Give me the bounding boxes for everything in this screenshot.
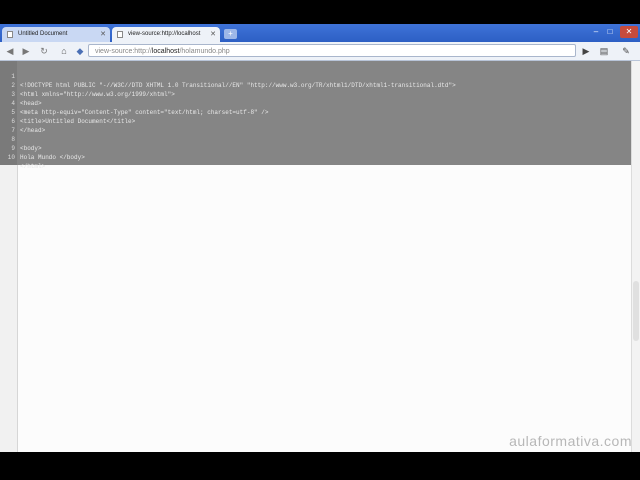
source-line: 1 <!DOCTYPE html PUBLIC "-//W3C//DTD XHT… [0, 63, 455, 89]
scrollbar-thumb[interactable] [633, 281, 639, 341]
source-line: 10 </html> [0, 144, 45, 170]
bottom-letterbox [0, 452, 640, 480]
new-tab-button[interactable]: + [224, 29, 237, 39]
line-code[interactable]: Hola Mundo </body> [20, 153, 85, 162]
vertical-scrollbar[interactable] [631, 61, 640, 452]
tab-label: view-source:http://localhost [128, 31, 201, 37]
go-icon[interactable]: ▶ [580, 45, 592, 57]
source-line: 8 <body> [0, 126, 41, 152]
source-line: 3 <head> [0, 81, 41, 107]
top-letterbox [0, 0, 640, 24]
address-bar[interactable]: view-source:http://localhost/holamundo.p… [88, 44, 576, 57]
address-prefix: view-source:http:// [95, 48, 152, 55]
back-icon[interactable]: ◀ [4, 45, 16, 57]
wrench-icon[interactable]: ✎ [620, 45, 632, 57]
source-line: 2 <html xmlns="http://www.w3.org/1999/xh… [0, 72, 174, 98]
line-code[interactable]: <body> [20, 144, 42, 153]
close-tab-icon[interactable]: ✕ [100, 27, 106, 42]
maximize-icon[interactable]: □ [604, 26, 616, 38]
page-info-icon: ◆ [76, 46, 84, 56]
line-code[interactable]: <meta http-equiv="Content-Type" content=… [20, 108, 268, 117]
address-path: /holamundo.php [179, 48, 230, 55]
line-code[interactable]: <head> [20, 99, 42, 108]
page-icon [7, 31, 13, 38]
home-icon[interactable]: ⌂ [58, 45, 70, 57]
address-host: localhost [151, 48, 180, 55]
reload-icon[interactable]: ↻ [38, 45, 50, 57]
source-line: 5 <title>Untitled Document</title> [0, 99, 135, 125]
source-line: 4 <meta http-equiv="Content-Type" conten… [0, 90, 268, 116]
line-code[interactable]: <!DOCTYPE html PUBLIC "-//W3C//DTD XHTML… [20, 81, 456, 90]
source-line: 7 [0, 117, 22, 134]
forward-icon[interactable]: ▶ [20, 45, 32, 57]
close-window-icon[interactable]: ✕ [620, 26, 638, 38]
close-tab-icon[interactable]: ✕ [210, 27, 216, 42]
tab-strip: Untitled Document ✕ view-source:http://l… [0, 24, 640, 42]
source-line: 6 </head> [0, 108, 45, 134]
watermark: aulaformativa.com [509, 433, 632, 449]
tab-untitled-document[interactable]: Untitled Document ✕ [2, 27, 110, 42]
tab-view-source[interactable]: view-source:http://localhost ✕ [112, 27, 220, 42]
tab-label: Untitled Document [18, 31, 68, 37]
minimize-icon[interactable]: – [590, 26, 602, 38]
line-code[interactable]: </html> [20, 162, 45, 171]
line-number: 10 [7, 154, 15, 161]
view-source-area: 1 <!DOCTYPE html PUBLIC "-//W3C//DTD XHT… [0, 61, 640, 452]
page-icon [117, 31, 123, 38]
browser-toolbar: ◀ ▶ ↻ ⌂ ◆ view-source:http://localhost/h… [0, 42, 640, 61]
line-code[interactable]: </head> [20, 126, 45, 135]
line-code[interactable]: <title>Untitled Document</title> [20, 117, 135, 126]
page-menu-icon[interactable]: ▤ [598, 45, 610, 57]
source-line: 9 Hola Mundo </body> [0, 135, 84, 161]
line-code[interactable]: <html xmlns="http://www.w3.org/1999/xhtm… [20, 90, 175, 99]
browser-window: Untitled Document ✕ view-source:http://l… [0, 24, 640, 452]
